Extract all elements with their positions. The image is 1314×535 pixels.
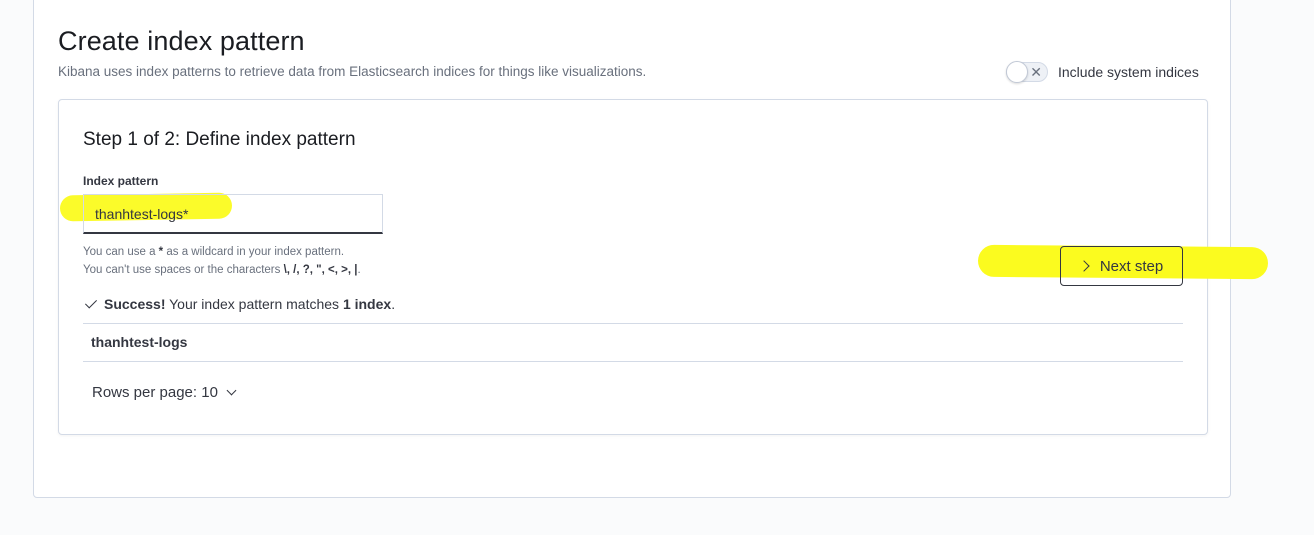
- page-description: Kibana uses index patterns to retrieve d…: [58, 64, 647, 79]
- check-icon: [84, 296, 98, 309]
- divider: [83, 323, 1183, 324]
- help-line-wildcard: You can use a * as a wildcard in your in…: [83, 246, 345, 258]
- chevron-right-icon: [1078, 260, 1090, 272]
- rows-per-page-label: Rows per page: 10: [92, 384, 218, 401]
- success-message: Success! Your index pattern matches 1 in…: [84, 296, 395, 312]
- next-step-label: Next step: [1099, 257, 1164, 275]
- x-icon: ✕: [1030, 64, 1042, 80]
- page-title: Create index pattern: [58, 26, 305, 56]
- toggle-label: Include system indices: [1058, 64, 1199, 80]
- rows-per-page-selector[interactable]: Rows per page: 10: [92, 384, 237, 401]
- matching-index-row: thanhtest-logs: [91, 334, 188, 350]
- help-line-characters: You can't use spaces or the characters \…: [83, 264, 361, 276]
- index-pattern-input[interactable]: [95, 204, 355, 224]
- toggle-switch[interactable]: ✕: [1006, 61, 1048, 83]
- index-pattern-label: Index pattern: [83, 174, 159, 188]
- toggle-knob: [1006, 61, 1028, 83]
- divider: [83, 361, 1183, 362]
- include-system-indices-toggle[interactable]: ✕ Include system indices: [1006, 61, 1199, 83]
- step-title: Step 1 of 2: Define index pattern: [83, 129, 356, 150]
- next-step-button[interactable]: Next step: [1060, 246, 1183, 286]
- chevron-down-icon: [226, 385, 237, 396]
- index-pattern-help: You can use a * as a wildcard in your in…: [83, 243, 361, 279]
